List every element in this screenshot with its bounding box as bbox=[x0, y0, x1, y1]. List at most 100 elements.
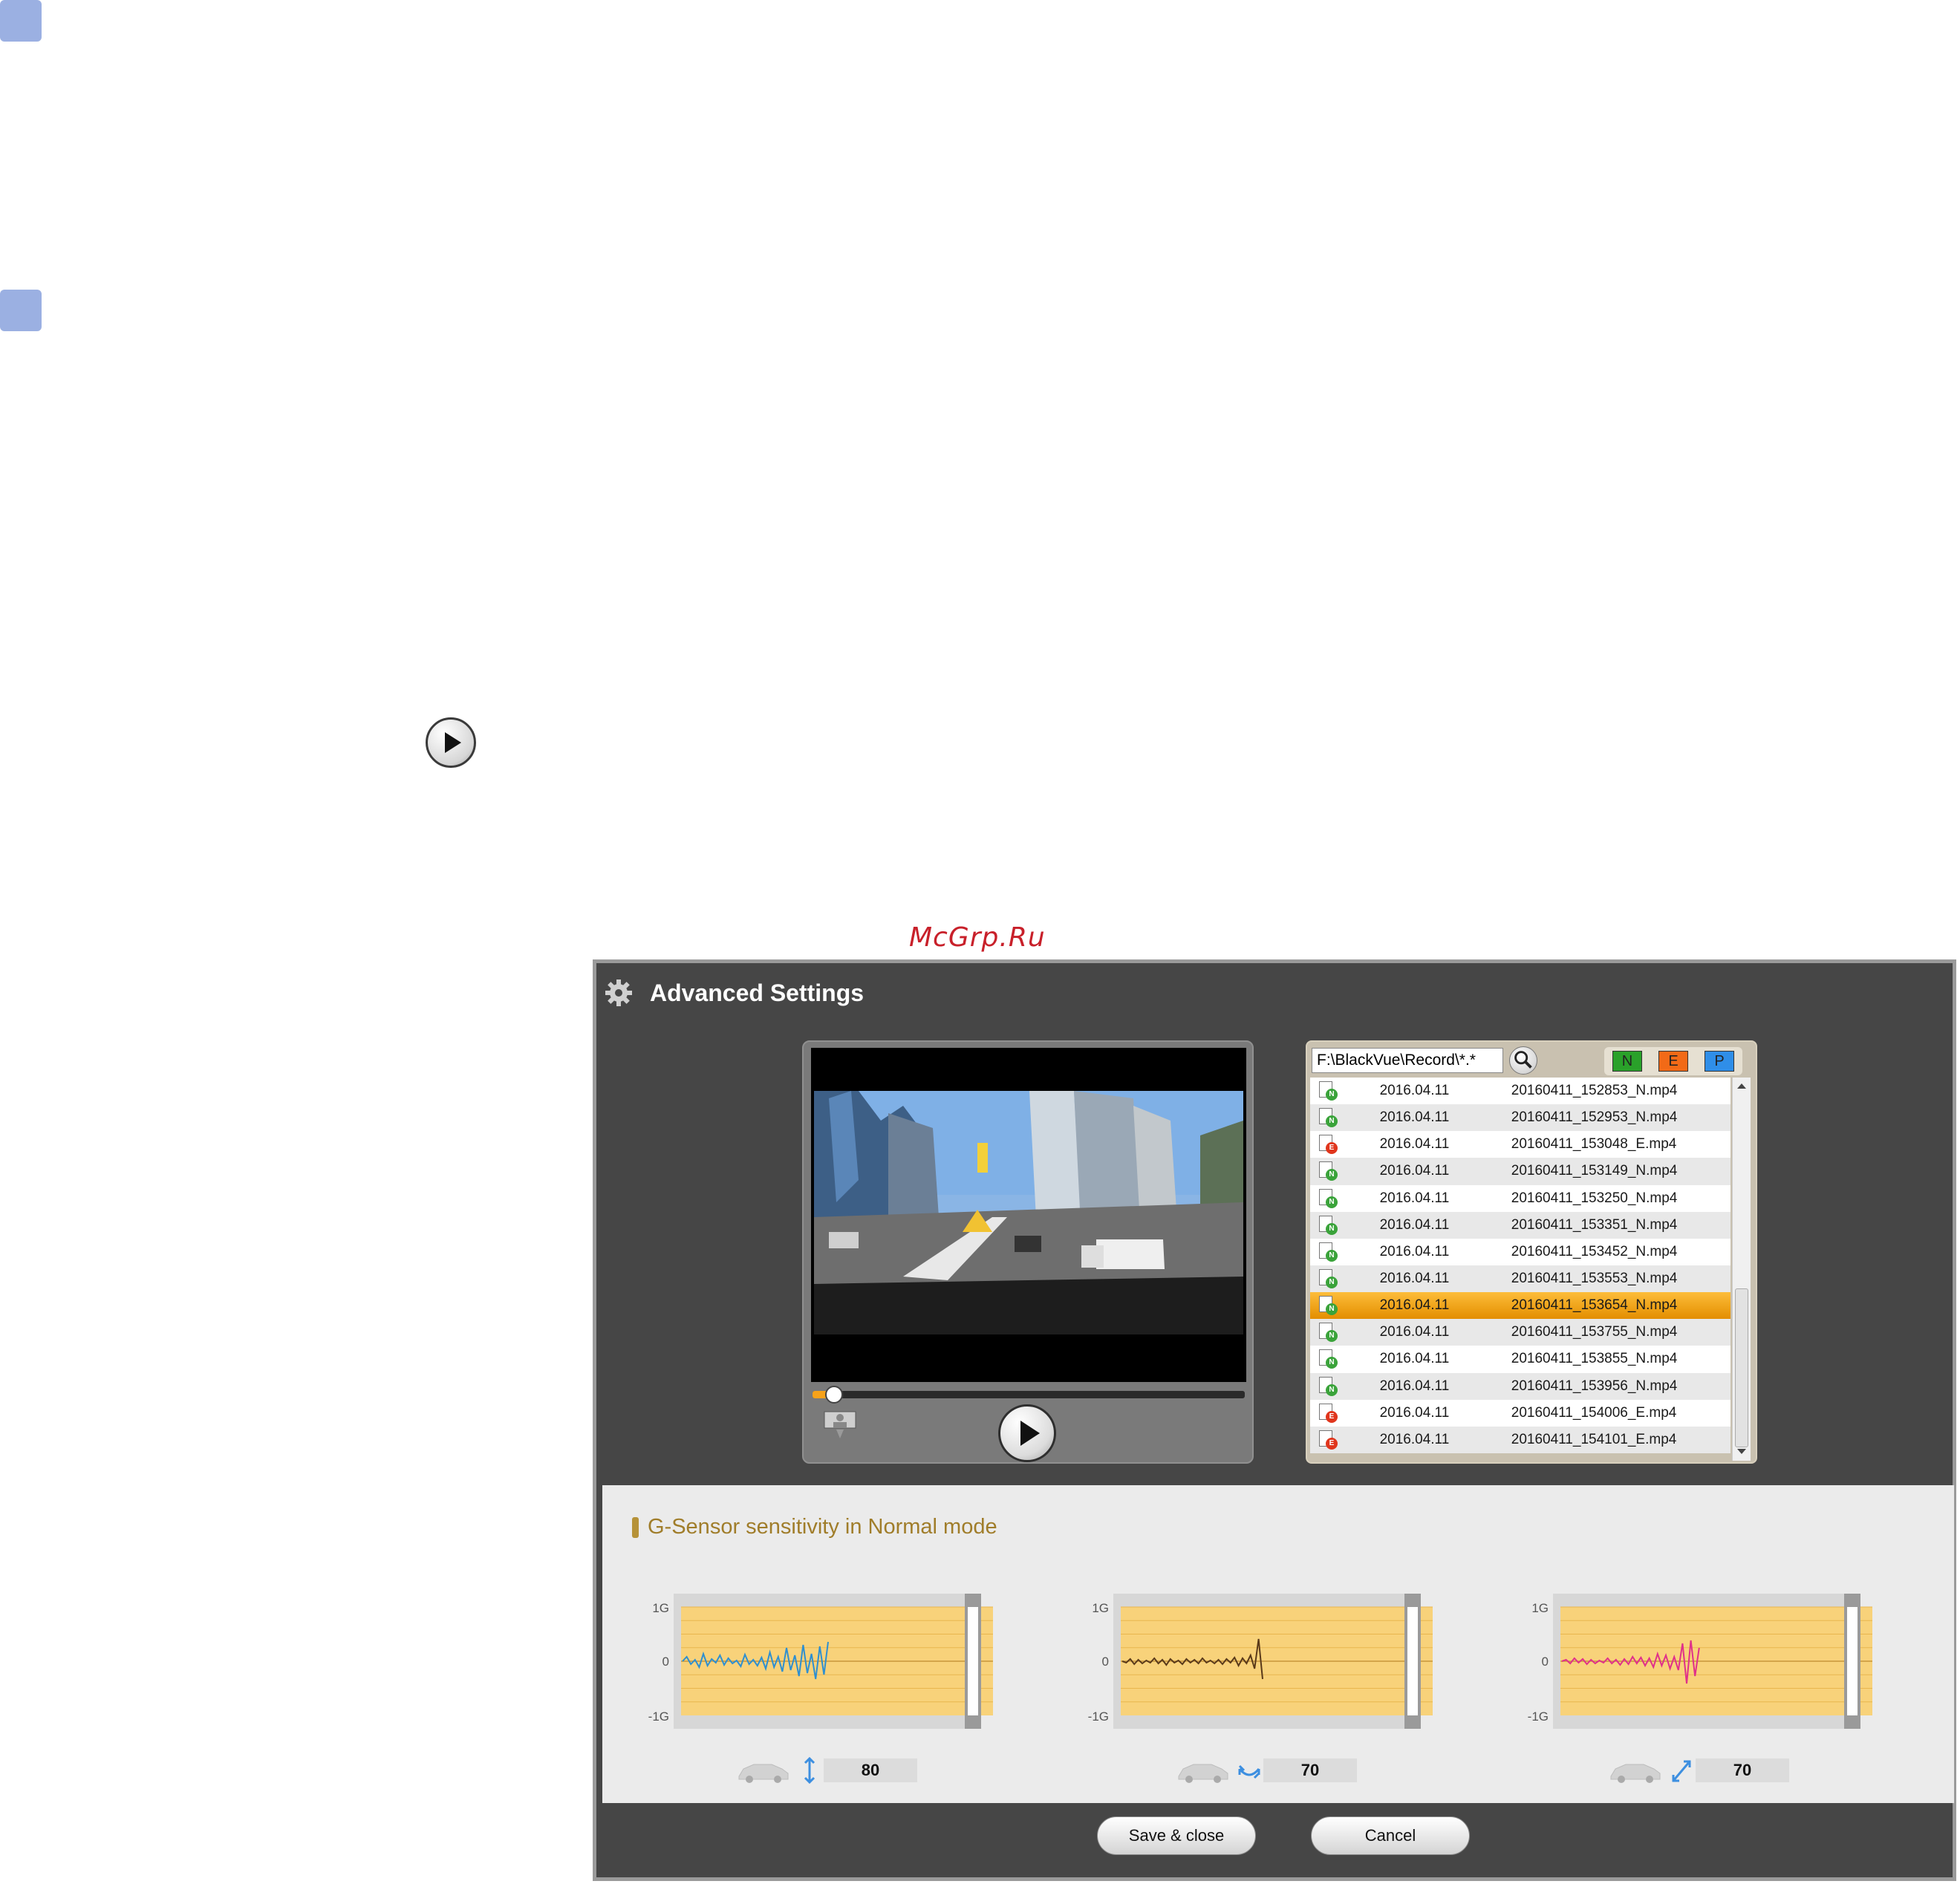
path-field[interactable]: F:\BlackVue\Record\*.* bbox=[1312, 1048, 1503, 1073]
file-name: 20160411_153553_N.mp4 bbox=[1511, 1271, 1678, 1287]
sensitivity-value[interactable]: 70 bbox=[1696, 1758, 1789, 1782]
file-row[interactable]: N 2016.04.11 20160411_153553_N.mp4 bbox=[1310, 1265, 1731, 1293]
filter-normal-button[interactable]: N bbox=[1612, 1051, 1642, 1072]
play-button[interactable] bbox=[998, 1404, 1056, 1462]
file-row[interactable]: N 2016.04.11 20160411_153149_N.mp4 bbox=[1310, 1158, 1731, 1185]
file-name: 20160411_152853_N.mp4 bbox=[1511, 1083, 1678, 1099]
file-row[interactable]: N 2016.04.11 20160411_153855_N.mp4 bbox=[1310, 1346, 1731, 1373]
sensitivity-value[interactable]: 70 bbox=[1263, 1758, 1357, 1782]
file-date: 2016.04.11 bbox=[1379, 1378, 1450, 1394]
file-date: 2016.04.11 bbox=[1379, 1431, 1450, 1447]
video-player bbox=[802, 1040, 1254, 1464]
swap-arrow-icon bbox=[1238, 1764, 1260, 1779]
file-row[interactable]: E 2016.04.11 20160411_154101_E.mp4 bbox=[1310, 1426, 1731, 1453]
search-icon[interactable] bbox=[1509, 1046, 1537, 1075]
watermark: McGrp.Ru bbox=[909, 922, 1046, 953]
file-row[interactable]: N 2016.04.11 20160411_153755_N.mp4 bbox=[1310, 1319, 1731, 1346]
event-file-icon: E bbox=[1319, 1430, 1338, 1450]
file-row[interactable]: N 2016.04.11 20160411_152853_N.mp4 bbox=[1310, 1078, 1731, 1105]
play-icon bbox=[426, 717, 476, 768]
file-row[interactable]: E 2016.04.11 20160411_153048_E.mp4 bbox=[1310, 1131, 1731, 1158]
scroll-up-arrow-icon[interactable] bbox=[1737, 1083, 1746, 1089]
bullet-marker bbox=[0, 0, 42, 42]
normal-file-icon: N bbox=[1319, 1188, 1338, 1208]
normal-file-icon: N bbox=[1319, 1323, 1338, 1343]
window-title: Advanced Settings bbox=[650, 979, 865, 1006]
file-name: 20160411_154006_E.mp4 bbox=[1511, 1404, 1677, 1421]
event-file-icon: E bbox=[1319, 1403, 1338, 1423]
file-name: 20160411_153855_N.mp4 bbox=[1511, 1351, 1678, 1367]
car-icon bbox=[1610, 1764, 1661, 1783]
video-screen[interactable] bbox=[811, 1048, 1246, 1382]
filter-parking-button[interactable]: P bbox=[1705, 1051, 1734, 1072]
normal-file-icon: N bbox=[1319, 1108, 1338, 1128]
snapshot-icon[interactable] bbox=[823, 1409, 857, 1441]
play-icon bbox=[1020, 1421, 1040, 1446]
filter-event-button[interactable]: E bbox=[1658, 1051, 1688, 1072]
file-row[interactable]: E 2016.04.11 20160411_154006_E.mp4 bbox=[1310, 1399, 1731, 1427]
vertical-arrow-icon bbox=[804, 1756, 815, 1784]
gsensor-plot bbox=[1553, 1594, 1872, 1729]
normal-file-icon: N bbox=[1319, 1296, 1338, 1316]
file-name: 20160411_153048_E.mp4 bbox=[1511, 1136, 1677, 1153]
file-date: 2016.04.11 bbox=[1379, 1083, 1450, 1099]
file-row[interactable]: N 2016.04.11 20160411_153452_N.mp4 bbox=[1310, 1238, 1731, 1265]
file-row[interactable]: N 2016.04.11 20160411_153250_N.mp4 bbox=[1310, 1184, 1731, 1212]
file-row[interactable]: N 2016.04.11 20160411_153351_N.mp4 bbox=[1310, 1211, 1731, 1239]
car-icon bbox=[738, 1764, 789, 1783]
file-date: 2016.04.11 bbox=[1379, 1243, 1450, 1259]
file-date: 2016.04.11 bbox=[1379, 1190, 1450, 1206]
file-date: 2016.04.11 bbox=[1379, 1271, 1450, 1287]
sensitivity-control-vertical: 80 bbox=[729, 1753, 929, 1790]
file-name: 20160411_153149_N.mp4 bbox=[1511, 1163, 1678, 1179]
normal-file-icon: N bbox=[1319, 1081, 1338, 1101]
gsensor-title: G-Sensor sensitivity in Normal mode bbox=[648, 1515, 997, 1539]
file-date: 2016.04.11 bbox=[1379, 1136, 1450, 1153]
file-name: 20160411_153351_N.mp4 bbox=[1511, 1216, 1678, 1233]
gsensor-section-title: G-Sensor sensitivity in Normal mode bbox=[632, 1515, 997, 1539]
file-row[interactable]: N 2016.04.11 20160411_153956_N.mp4 bbox=[1310, 1372, 1731, 1400]
seek-handle[interactable] bbox=[825, 1386, 844, 1404]
video-frame bbox=[814, 1091, 1243, 1334]
event-file-icon: E bbox=[1319, 1135, 1338, 1155]
car-icon bbox=[1178, 1764, 1228, 1783]
file-date: 2016.04.11 bbox=[1379, 1109, 1450, 1126]
file-name: 20160411_153956_N.mp4 bbox=[1511, 1378, 1678, 1394]
file-list: N 2016.04.11 20160411_152853_N.mp4 N 2016.04… bbox=[1310, 1078, 1731, 1461]
normal-file-icon: N bbox=[1319, 1161, 1338, 1181]
file-name: 20160411_153755_N.mp4 bbox=[1511, 1324, 1678, 1340]
scroll-down-arrow-icon[interactable] bbox=[1737, 1449, 1746, 1454]
gsensor-plot bbox=[1113, 1594, 1433, 1729]
gsensor-chart-vertical: 1G 0 -1G bbox=[625, 1592, 993, 1741]
file-list-scrollbar[interactable] bbox=[1732, 1078, 1751, 1461]
window-header: Advanced Settings bbox=[604, 978, 864, 1008]
file-date: 2016.04.11 bbox=[1379, 1351, 1450, 1367]
advanced-settings-window: Advanced Settings F:\BlackVue\Record\*.*… bbox=[593, 959, 1956, 1881]
file-name: 20160411_153452_N.mp4 bbox=[1511, 1243, 1678, 1259]
diagonal-arrow-icon bbox=[1672, 1760, 1691, 1782]
file-name: 20160411_153250_N.mp4 bbox=[1511, 1190, 1678, 1206]
file-browser: F:\BlackVue\Record\*.* N E P N 2016.04.11… bbox=[1306, 1040, 1757, 1464]
file-date: 2016.04.11 bbox=[1379, 1163, 1450, 1179]
gsensor-chart-diagonal: 1G 0 -1G bbox=[1504, 1592, 1872, 1741]
save-close-button[interactable]: Save & close bbox=[1097, 1816, 1256, 1855]
gsensor-chart-horizontal: 1G 0 -1G bbox=[1064, 1592, 1433, 1741]
file-row[interactable]: N 2016.04.11 20160411_153654_N.mp4 bbox=[1310, 1292, 1731, 1320]
gear-icon bbox=[605, 980, 632, 1006]
cancel-button[interactable]: Cancel bbox=[1311, 1816, 1470, 1855]
bullet-marker bbox=[0, 290, 42, 331]
normal-file-icon: N bbox=[1319, 1376, 1338, 1396]
section-marker bbox=[632, 1516, 639, 1538]
file-date: 2016.04.11 bbox=[1379, 1324, 1450, 1340]
type-filter-group: N E P bbox=[1604, 1047, 1742, 1075]
sensitivity-control-horizontal: 70 bbox=[1168, 1753, 1369, 1790]
seek-bar[interactable] bbox=[813, 1386, 1245, 1404]
scroll-thumb[interactable] bbox=[1735, 1288, 1748, 1447]
normal-file-icon: N bbox=[1319, 1349, 1338, 1369]
file-row[interactable]: N 2016.04.11 20160411_152953_N.mp4 bbox=[1310, 1104, 1731, 1132]
sensitivity-value[interactable]: 80 bbox=[824, 1758, 917, 1782]
file-date: 2016.04.11 bbox=[1379, 1404, 1450, 1421]
file-name: 20160411_153654_N.mp4 bbox=[1511, 1297, 1678, 1314]
file-name: 20160411_154101_E.mp4 bbox=[1511, 1431, 1677, 1447]
gsensor-plot bbox=[674, 1594, 993, 1729]
